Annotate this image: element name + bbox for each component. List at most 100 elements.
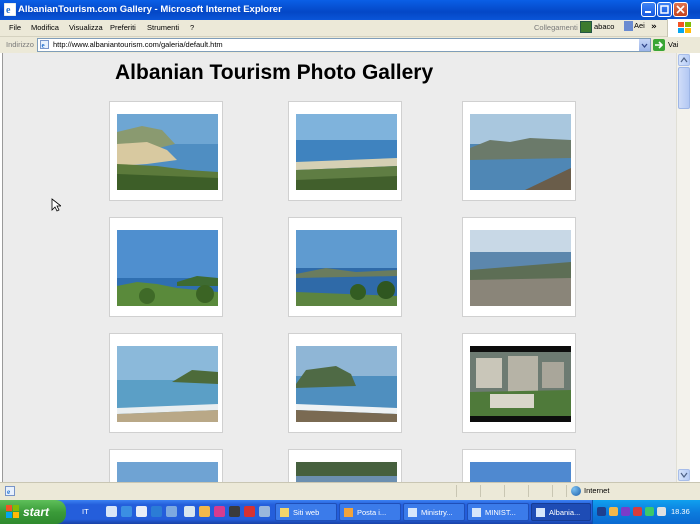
links-overflow-chevron[interactable]: » [651, 22, 657, 32]
gallery-photo [117, 462, 218, 482]
tray-network-icon[interactable] [645, 507, 654, 516]
quicklaunch-more-icon[interactable] [259, 506, 270, 517]
gallery-photo [117, 114, 218, 190]
gallery-thumbnail[interactable] [288, 449, 402, 482]
task-label: Albania... [549, 508, 581, 517]
quicklaunch-app-icon[interactable] [166, 506, 177, 517]
quicklaunch-tool-icon[interactable] [229, 506, 240, 517]
quicklaunch-pen-icon[interactable] [184, 506, 195, 517]
address-label: Indirizzo [6, 40, 34, 49]
gallery-photo [470, 462, 571, 482]
taskbar-task-albania[interactable]: Albania... [531, 503, 591, 521]
task-label: MINIST... [485, 508, 516, 517]
internet-zone-icon [571, 486, 581, 496]
quicklaunch-globe-icon[interactable] [151, 506, 162, 517]
quicklaunch-media-icon[interactable] [214, 506, 225, 517]
status-divider [456, 485, 457, 497]
close-icon [676, 5, 685, 14]
close-button[interactable] [673, 2, 688, 17]
gallery-thumbnail[interactable] [109, 449, 223, 482]
gallery-thumbnail[interactable] [288, 333, 402, 433]
address-input[interactable]: e http://www.albaniantourism.com/galeria… [37, 38, 651, 52]
gallery-thumbnail[interactable] [288, 101, 402, 201]
clock[interactable]: 18.36 [671, 507, 690, 516]
quicklaunch-desktop-icon[interactable] [106, 506, 117, 517]
links-label: Collegamenti [534, 23, 578, 32]
tray-security-icon[interactable] [633, 507, 642, 516]
status-divider [528, 485, 529, 497]
gallery-photo [470, 114, 571, 190]
ie-icon [472, 508, 481, 517]
menu-help[interactable]: ? [190, 23, 194, 32]
gallery-thumbnail[interactable] [462, 449, 576, 482]
taskbar-task-siti-web[interactable]: Siti web [275, 503, 337, 521]
quicklaunch-document-icon[interactable] [136, 506, 147, 517]
gallery-thumbnail[interactable] [109, 101, 223, 201]
gallery-thumbnail[interactable] [462, 333, 576, 433]
link-abaco-label: abaco [594, 21, 615, 31]
svg-text:e: e [6, 5, 11, 16]
task-label: Posta i... [357, 508, 387, 517]
vertical-scrollbar[interactable] [676, 53, 691, 482]
page-viewport[interactable]: Albanian Tourism Photo Gallery [2, 53, 677, 482]
scroll-up-button[interactable] [678, 54, 690, 66]
address-bar: Indirizzo e http://www.albaniantourism.c… [0, 37, 700, 53]
quicklaunch-acrobat-icon[interactable] [244, 506, 255, 517]
link-icon [580, 21, 592, 33]
svg-text:e: e [7, 488, 10, 496]
window-title-bar[interactable]: e AlbanianTourism.com Gallery - Microsof… [0, 0, 700, 20]
page-icon: e [40, 40, 49, 49]
maximize-icon [660, 5, 669, 14]
ie-icon [408, 508, 417, 517]
scroll-down-button[interactable] [678, 469, 690, 481]
arrow-down-icon [680, 472, 688, 478]
gallery-thumbnail[interactable] [462, 101, 576, 201]
quicklaunch-ie-icon[interactable] [121, 506, 132, 517]
menu-bar: File Modifica Visualizza Preferiti Strum… [0, 20, 700, 37]
link-abaco[interactable]: abaco [580, 21, 614, 34]
gallery-thumbnail[interactable] [109, 333, 223, 433]
scroll-thumb[interactable] [678, 67, 690, 109]
menu-modifica[interactable]: Modifica [31, 23, 59, 32]
quicklaunch-mail-icon[interactable] [199, 506, 210, 517]
start-label: start [23, 505, 50, 519]
security-zone-label: Internet [584, 486, 610, 495]
go-label: Vai [668, 40, 679, 49]
taskbar-task-posta[interactable]: Posta i... [339, 503, 401, 521]
chevron-down-icon [641, 43, 648, 49]
gallery-thumbnail[interactable] [109, 217, 223, 317]
taskbar-task-ministry-1[interactable]: Ministry... [403, 503, 465, 521]
language-indicator[interactable]: IT [82, 507, 89, 516]
menu-strumenti[interactable]: Strumenti [147, 23, 179, 32]
taskbar-task-ministry-2[interactable]: MINIST... [467, 503, 529, 521]
gallery-photo [117, 346, 218, 422]
tray-volume-icon[interactable] [657, 507, 666, 516]
tray-app-icon[interactable] [621, 507, 630, 516]
go-button[interactable]: Vai [653, 39, 693, 51]
arrow-up-icon [680, 57, 688, 63]
menu-preferiti[interactable]: Preferiti [110, 23, 136, 32]
address-url: http://www.albaniantourism.com/galeria/d… [53, 40, 223, 49]
mail-icon [344, 508, 353, 517]
window-title: AlbanianTourism.com Gallery - Microsoft … [18, 4, 282, 15]
status-divider [504, 485, 505, 497]
gallery-thumbnail[interactable] [288, 217, 402, 317]
menu-file[interactable]: File [9, 23, 21, 32]
gallery-thumbnail[interactable] [462, 217, 576, 317]
tray-arrow-icon[interactable] [597, 507, 606, 516]
address-dropdown-button[interactable] [639, 39, 650, 51]
gallery-photo [470, 230, 571, 306]
windows-flag-icon [6, 505, 19, 518]
tray-mail-icon[interactable] [609, 507, 618, 516]
system-tray: 18.36 [592, 500, 700, 524]
minimize-icon [645, 11, 651, 13]
minimize-button[interactable] [641, 2, 656, 17]
page-status-icon: e [5, 486, 15, 496]
menu-visualizza[interactable]: Visualizza [69, 23, 103, 32]
ie-icon [536, 508, 545, 517]
gallery-photo [117, 230, 218, 306]
start-button[interactable]: start [0, 500, 66, 524]
link-aei[interactable]: Aei [624, 21, 645, 32]
link-aei-label: Aei [634, 21, 645, 30]
maximize-button[interactable] [657, 2, 672, 17]
